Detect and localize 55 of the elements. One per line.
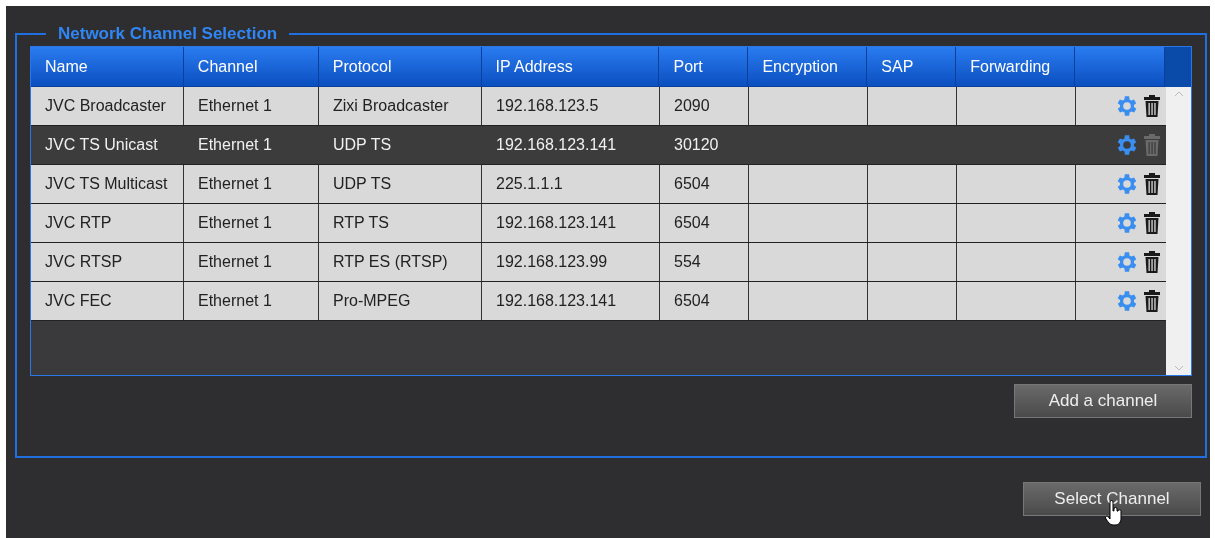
table-cell: 6504	[660, 165, 749, 203]
table-cell: RTP ES (RTSP)	[319, 243, 482, 281]
add-channel-button[interactable]: Add a channel	[1014, 384, 1192, 418]
panel-title: Network Channel Selection	[57, 24, 279, 44]
table-cell: JVC TS Unicast	[31, 126, 184, 164]
trash-icon[interactable]	[1144, 251, 1160, 273]
column-header[interactable]: Encryption	[748, 47, 868, 87]
trash-icon[interactable]	[1144, 290, 1160, 312]
table-cell: JVC FEC	[31, 282, 184, 320]
column-header[interactable]: IP Address	[481, 47, 660, 87]
table-row[interactable]: JVC Broadcaster Ethernet 1 Zixi Broadcaster 192.168.123.5 2090	[31, 87, 1166, 126]
table-cell: UDP TS	[319, 165, 482, 203]
table-cell: 225.1.1.1	[482, 165, 660, 203]
table-cell: Ethernet 1	[184, 282, 319, 320]
column-header[interactable]: Protocol	[318, 47, 482, 87]
table-cell: 192.168.123.99	[482, 243, 660, 281]
trash-icon[interactable]	[1144, 173, 1160, 195]
table-cell: 192.168.123.141	[482, 126, 660, 164]
table-cell: 6504	[660, 282, 749, 320]
table-cell: Pro-MPEG	[319, 282, 482, 320]
column-header[interactable]: Name	[31, 47, 184, 87]
table-cell: JVC RTSP	[31, 243, 184, 281]
column-header[interactable]: SAP	[867, 47, 957, 87]
select-channel-button[interactable]: Select Channel	[1023, 482, 1201, 516]
table-cell: JVC Broadcaster	[31, 87, 184, 125]
table-cell: 554	[660, 243, 749, 281]
table-cell: Ethernet 1	[184, 87, 319, 125]
scroll-up-icon[interactable]	[1173, 91, 1184, 97]
scrollbar-header	[1165, 47, 1191, 87]
table-cell: 192.168.123.141	[482, 282, 660, 320]
scrollbar[interactable]	[1166, 87, 1191, 375]
table-cell: Ethernet 1	[184, 243, 319, 281]
table-cell: 30120	[660, 126, 749, 164]
table-cell: Zixi Broadcaster	[319, 87, 482, 125]
column-header[interactable]: Forwarding	[956, 47, 1076, 87]
column-header[interactable]: Channel	[183, 47, 319, 87]
table-cell: JVC TS Multicast	[31, 165, 184, 203]
table-cell: UDP TS	[319, 126, 482, 164]
table-cell: Ethernet 1	[184, 204, 319, 242]
table-cell: Ethernet 1	[184, 165, 319, 203]
table-cell: RTP TS	[319, 204, 482, 242]
trash-icon[interactable]	[1144, 95, 1160, 117]
table-cell: 192.168.123.5	[482, 87, 660, 125]
table-cell: 6504	[660, 204, 749, 242]
trash-icon[interactable]	[1144, 212, 1160, 234]
column-header[interactable]: Port	[659, 47, 749, 87]
table-row[interactable]: JVC RTP Ethernet 1 RTP TS 192.168.123.141 6504	[31, 204, 1166, 243]
table-row[interactable]: JVC FEC Ethernet 1 Pro-MPEG 192.168.123.141 6504	[31, 282, 1166, 321]
scroll-down-icon[interactable]	[1173, 365, 1184, 371]
table-cell: 192.168.123.141	[482, 204, 660, 242]
table-cell: Ethernet 1	[184, 126, 319, 164]
table-row[interactable]: JVC TS Multicast Ethernet 1 UDP TS 225.1.1.1 6504	[31, 165, 1166, 204]
table-cell: JVC RTP	[31, 204, 184, 242]
table-cell: 2090	[660, 87, 749, 125]
table-row[interactable]: JVC RTSP Ethernet 1 RTP ES (RTSP) 192.168.123.99 554	[31, 243, 1166, 282]
